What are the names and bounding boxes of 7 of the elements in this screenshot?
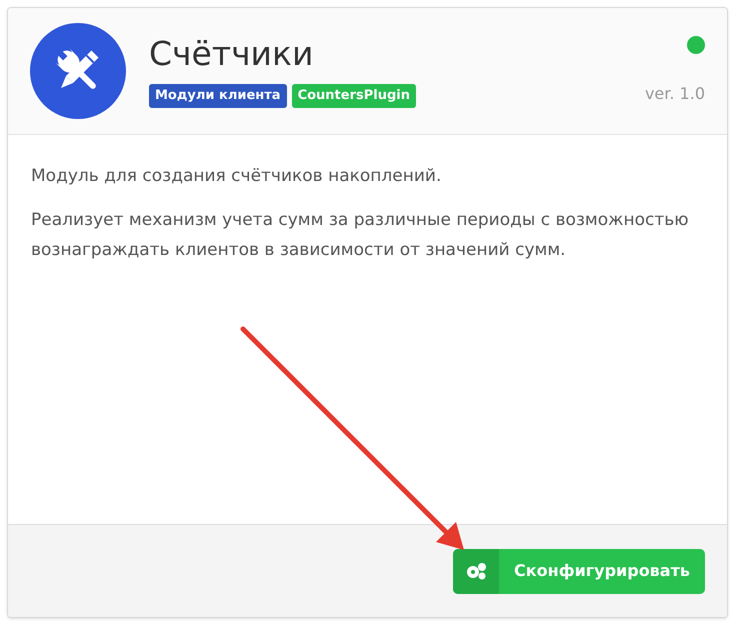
plugin-title: Счётчики — [149, 34, 314, 74]
version-label: ver. 1.0 — [644, 83, 705, 105]
description-text: Реализует механизм учета сумм за различные периоды с возможностью вознаграждать клиентов в зависимости от значений сумм. — [31, 209, 690, 262]
configure-button[interactable]: Сконфигурировать — [453, 548, 705, 594]
description-text: Модуль для создания счётчиков накоплений. — [31, 165, 442, 188]
tag: CountersPlugin — [292, 84, 416, 108]
tag: Модули клиента — [149, 84, 287, 108]
